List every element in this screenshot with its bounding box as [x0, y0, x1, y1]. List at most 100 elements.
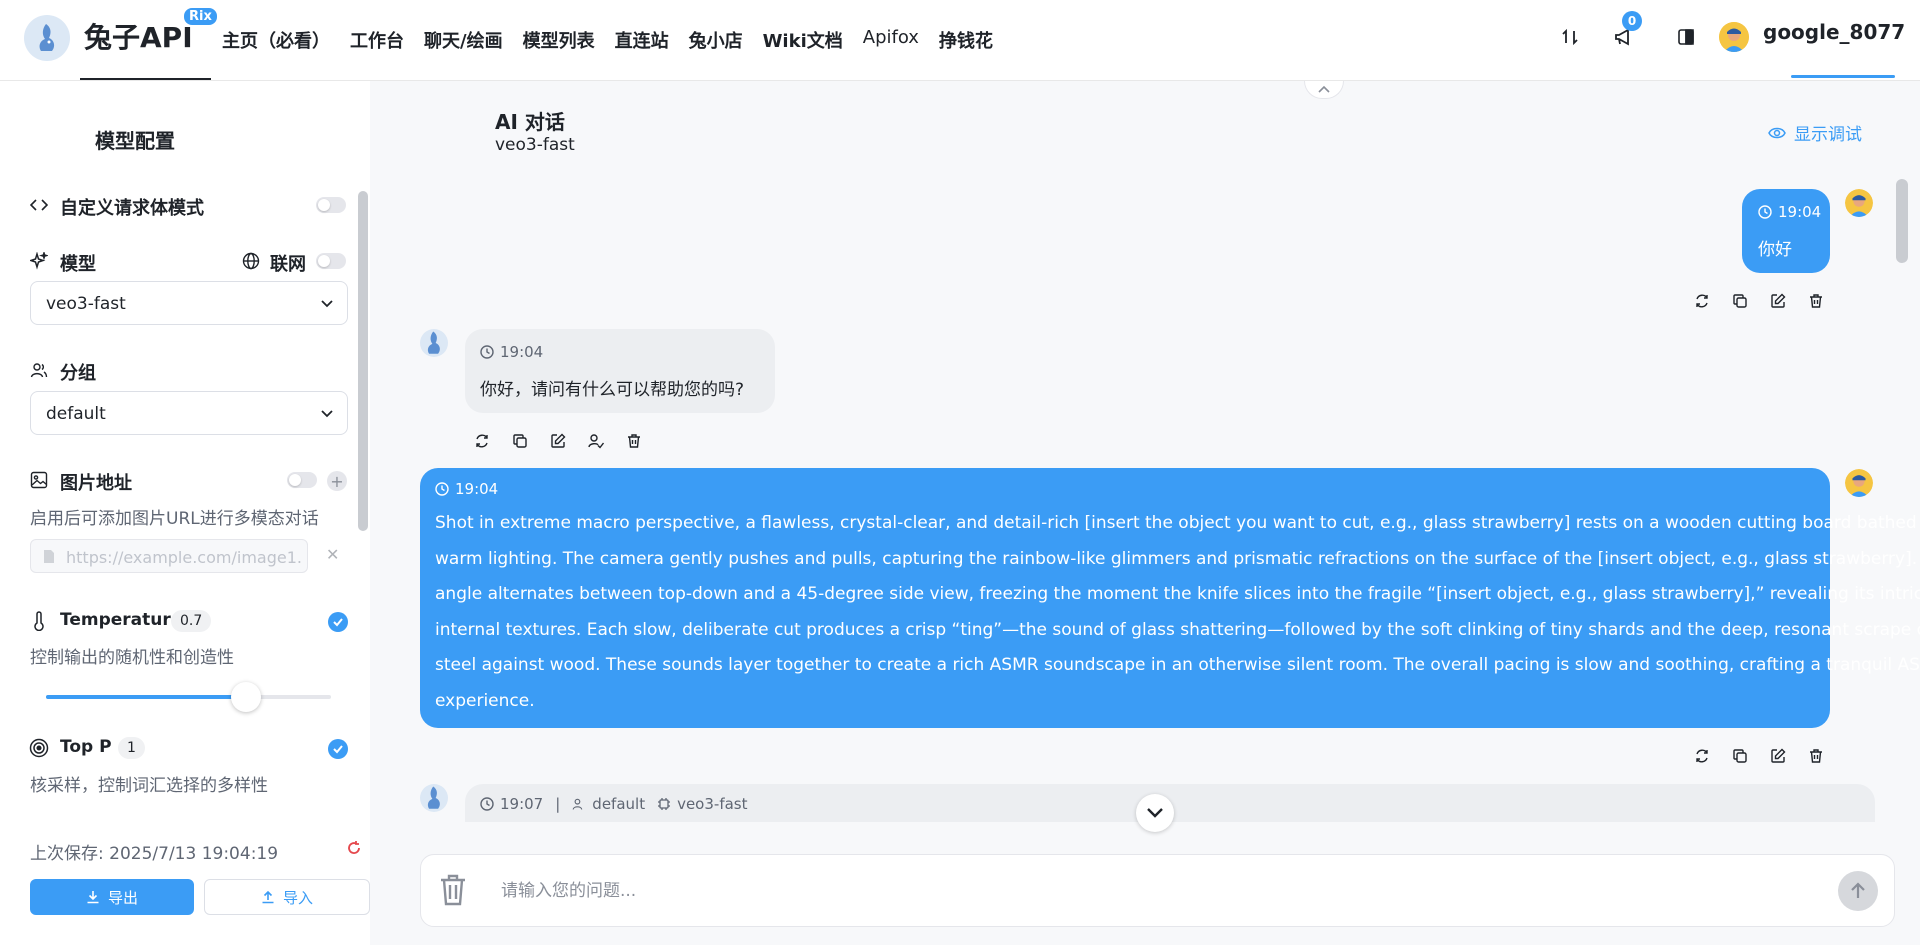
nav-earn[interactable]: 挣钱花 [939, 27, 993, 53]
thermometer-icon [29, 611, 49, 631]
temperature-slider-fill [46, 695, 246, 699]
regenerate-icon[interactable] [472, 431, 492, 451]
assistant-message-actions [472, 431, 644, 451]
nav-shop[interactable]: 兔小店 [689, 27, 743, 53]
message-line: steel against wood. These sounds layer t… [435, 655, 1920, 675]
edit-icon[interactable] [1768, 746, 1788, 766]
image-url-toggle[interactable] [287, 472, 317, 488]
image-url-description: 启用后可添加图片URL进行多模态对话 [30, 509, 319, 529]
code-icon [29, 195, 49, 215]
chat-scrollbar[interactable] [1896, 179, 1908, 263]
active-nav-underline [80, 78, 211, 80]
username[interactable]: google_8077 [1763, 20, 1905, 44]
custom-body-toggle[interactable] [316, 197, 346, 213]
regenerate-icon[interactable] [1692, 291, 1712, 311]
delete-icon[interactable] [1806, 291, 1826, 311]
collapse-header-button[interactable] [1304, 81, 1344, 99]
nav-apifox[interactable]: Apifox [863, 27, 919, 53]
scroll-to-bottom-button[interactable] [1136, 794, 1174, 832]
sidebar-footer: 上次保存: 2025/7/13 19:04:19 导出 导入 [0, 822, 370, 945]
user-avatar[interactable] [1719, 22, 1749, 52]
reset-icon[interactable] [346, 840, 362, 860]
message-composer [420, 854, 1895, 927]
message-time: 19:04 [1778, 203, 1822, 221]
model-config-sidebar: 模型配置 自定义请求体模式 模型 联网 veo3-fast 分组 default… [0, 81, 370, 945]
temperature-slider[interactable] [46, 682, 331, 712]
model-select-value: veo3-fast [46, 294, 126, 314]
switch-icon[interactable] [1557, 24, 1583, 50]
last-saved-text: 上次保存: 2025/7/13 19:04:19 [30, 844, 279, 864]
assistant-message-bubble: 19:04 你好，请问有什么可以帮助您的吗? [465, 329, 775, 413]
import-label: 导入 [282, 888, 313, 907]
message-line: Shot in extreme macro perspective, a fla… [435, 513, 1920, 533]
nav-chat-draw[interactable]: 聊天/绘画 [424, 27, 503, 53]
theme-toggle-icon[interactable] [1673, 24, 1699, 50]
nav-wiki[interactable]: Wiki文档 [763, 27, 843, 53]
chat-area: AI 对话 veo3-fast 显示调试 19:04 你好 19:04 你好，请… [370, 81, 1920, 945]
message-text: 你好，请问有什么可以帮助您的吗? [480, 380, 745, 400]
chevron-down-icon [1147, 808, 1163, 818]
assistant-avatar [420, 329, 448, 357]
delete-icon[interactable] [624, 431, 644, 451]
regenerate-icon[interactable] [1692, 746, 1712, 766]
image-url-input[interactable]: https://example.com/image1. [30, 539, 308, 573]
group-select[interactable]: default [30, 391, 348, 435]
set-role-icon[interactable] [586, 431, 606, 451]
rabbit-logo-icon[interactable] [24, 15, 70, 61]
copy-icon[interactable] [510, 431, 530, 451]
copy-icon[interactable] [1730, 746, 1750, 766]
group-label: 分组 [60, 363, 96, 384]
main-nav: 主页（必看） 工作台 聊天/绘画 模型列表 直连站 兔小店 Wiki文档 Api… [222, 27, 1013, 53]
message-time: 19:04 [500, 343, 544, 361]
nav-workbench[interactable]: 工作台 [350, 27, 404, 53]
group-select-value: default [46, 404, 106, 424]
add-image-url-button[interactable]: + [327, 471, 347, 491]
message-model: veo3-fast [677, 795, 748, 813]
chat-input[interactable] [501, 875, 1801, 907]
temperature-slider-thumb[interactable] [230, 682, 261, 712]
user-prompt-bubble: 19:04 Shot in extreme macro perspective,… [420, 468, 1920, 728]
clear-chat-icon[interactable] [439, 873, 467, 911]
sidebar-scrollbar[interactable] [358, 191, 368, 531]
model-select[interactable]: veo3-fast [30, 281, 348, 325]
web-search-toggle[interactable] [316, 253, 346, 269]
image-url-placeholder: https://example.com/image1. [66, 548, 301, 567]
copy-icon[interactable] [1730, 291, 1750, 311]
clear-icon[interactable]: ✕ [326, 545, 339, 564]
temperature-label: Temperature [60, 610, 183, 630]
top-p-enabled-check[interactable] [328, 739, 348, 759]
globe-icon [241, 251, 261, 271]
nav-model-list[interactable]: 模型列表 [523, 27, 595, 53]
export-button[interactable]: 导出 [30, 879, 194, 915]
delete-icon[interactable] [1806, 746, 1826, 766]
eye-icon [1768, 127, 1786, 138]
message-group: default [592, 795, 646, 813]
send-button[interactable] [1838, 871, 1878, 911]
top-p-value-chip: 1 [118, 737, 145, 759]
message-line: experience. [435, 690, 535, 711]
brand-name[interactable]: 兔子API [84, 16, 193, 56]
download-icon [87, 891, 99, 904]
show-debug-button[interactable]: 显示调试 [1768, 120, 1862, 145]
top-p-label: Top P [60, 737, 112, 757]
nav-home[interactable]: 主页（必看） [222, 27, 330, 53]
sparkle-icon [29, 251, 49, 271]
edit-icon[interactable] [1768, 291, 1788, 311]
edit-icon[interactable] [548, 431, 568, 451]
upload-icon [262, 890, 274, 904]
import-button[interactable]: 导入 [204, 879, 370, 915]
temperature-description: 控制输出的随机性和创造性 [30, 648, 234, 668]
temperature-enabled-check[interactable] [328, 612, 348, 632]
message-meta: 19:04 [480, 343, 543, 361]
clock-icon [435, 482, 449, 496]
clock-icon [1758, 205, 1772, 219]
nav-direct-site[interactable]: 直连站 [615, 27, 669, 53]
image-icon [29, 470, 49, 490]
message-text: 你好 [1758, 240, 1792, 260]
image-url-label: 图片地址 [60, 473, 132, 494]
model-label: 模型 [60, 254, 96, 275]
clock-icon [480, 797, 494, 811]
chip-icon [658, 798, 671, 810]
message-meta: 19:04 [1758, 203, 1821, 221]
document-icon [43, 549, 55, 568]
